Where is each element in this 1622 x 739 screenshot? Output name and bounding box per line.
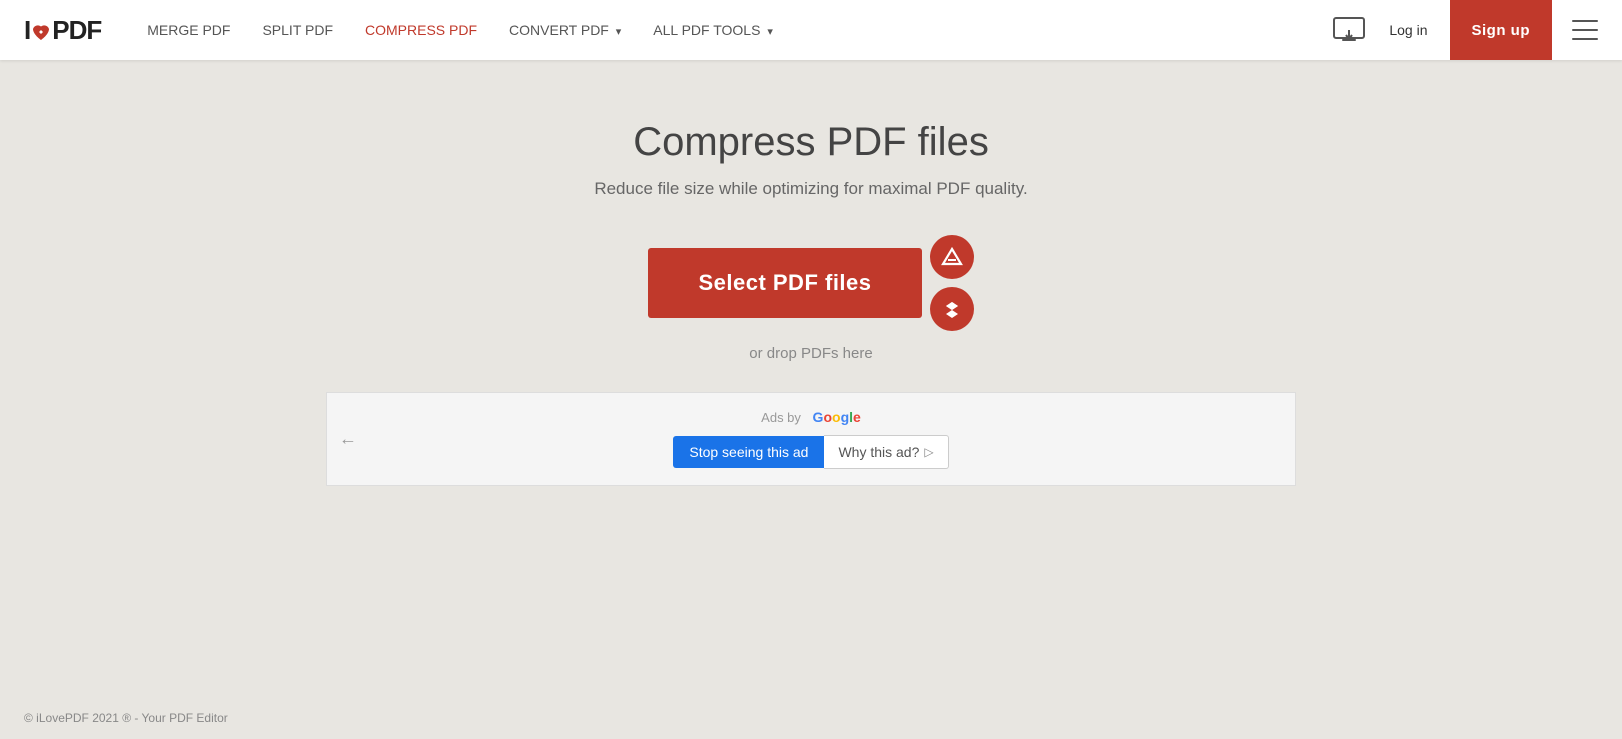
nav-compress-pdf[interactable]: COMPRESS PDF — [351, 14, 491, 46]
main-nav: MERGE PDF SPLIT PDF COMPRESS PDF CONVERT… — [133, 14, 1331, 46]
cloud-upload-icons — [930, 235, 974, 331]
select-area: Select PDF files — [648, 235, 973, 331]
all-tools-caret-icon: ▾ — [767, 26, 773, 38]
nav-merge-pdf[interactable]: MERGE PDF — [133, 14, 244, 46]
drop-text: or drop PDFs here — [749, 345, 872, 362]
dropbox-button[interactable] — [930, 287, 974, 331]
signup-button[interactable]: Sign up — [1450, 0, 1553, 60]
convert-caret-icon: ▾ — [616, 26, 622, 38]
google-drive-button[interactable] — [930, 235, 974, 279]
ads-by-google-label: Ads by Google — [761, 409, 861, 425]
copyright-text: © iLovePDF 2021 ® - Your PDF Editor — [24, 711, 228, 725]
google-label: Google — [813, 409, 861, 425]
hamburger-menu-icon[interactable] — [1572, 20, 1598, 40]
footer: © iLovePDF 2021 ® - Your PDF Editor — [0, 697, 1622, 739]
main-content: Compress PDF files Reduce file size whil… — [0, 60, 1622, 486]
select-pdf-button[interactable]: Select PDF files — [648, 248, 921, 318]
why-ad-button[interactable]: Why this ad? ▷ — [824, 435, 948, 469]
stop-ad-button[interactable]: Stop seeing this ad — [673, 436, 824, 468]
header-right: Log in Sign up — [1331, 0, 1598, 60]
nav-split-pdf[interactable]: SPLIT PDF — [248, 14, 347, 46]
page-title: Compress PDF files — [633, 120, 989, 165]
logo-heart-icon — [30, 22, 52, 42]
why-ad-icon: ▷ — [924, 445, 933, 459]
logo[interactable]: I PDF — [24, 15, 101, 46]
login-button[interactable]: Log in — [1379, 16, 1437, 44]
nav-convert-pdf[interactable]: CONVERT PDF ▾ — [495, 14, 635, 46]
ads-back-arrow[interactable]: ← — [339, 429, 357, 450]
page-subtitle: Reduce file size while optimizing for ma… — [594, 179, 1027, 199]
desktop-app-icon[interactable] — [1331, 14, 1367, 46]
ads-container: ← Ads by Google Stop seeing this ad Why … — [326, 392, 1296, 486]
logo-text: I PDF — [24, 15, 101, 46]
ads-buttons: Stop seeing this ad Why this ad? ▷ — [673, 435, 948, 469]
nav-all-tools[interactable]: ALL PDF TOOLS ▾ — [639, 14, 787, 46]
header: I PDF MERGE PDF SPLIT PDF COMPRESS PDF C… — [0, 0, 1622, 60]
